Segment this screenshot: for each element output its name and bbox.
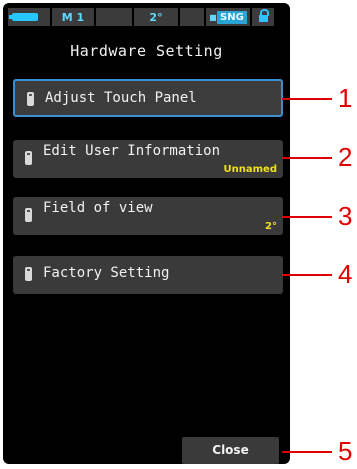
menu-item-icon [25,208,32,222]
status-blank-2 [180,8,204,26]
menu-item-label: Factory Setting [43,265,170,281]
menu-item-label: Edit User Information [43,143,221,159]
measure-mode-label: SNG [217,10,247,24]
mode-indicator: M 1 [52,8,94,26]
callout-line-4 [282,274,332,276]
status-blank [96,8,132,26]
menu-item-icon [25,151,32,165]
callout-number-5: 5 [338,436,353,466]
menu-item-label: Adjust Touch Panel [45,90,197,106]
menu-item-label: Field of view [43,200,153,216]
close-button[interactable]: Close [182,437,279,464]
battery-icon [9,13,38,21]
factory-setting-button[interactable]: Factory Setting [13,256,283,294]
status-bar: M 1 2° ■ SNG [8,8,286,26]
callout-line-1 [282,98,332,100]
menu-item-value: Unnamed [223,164,277,175]
callout-number-3: 3 [338,201,353,231]
menu-item-icon [27,92,34,106]
memory-icon: ■ [209,12,217,22]
callout-line-3 [282,216,332,218]
measure-mode-indicator: ■ SNG [206,8,250,26]
callout-number-1: 1 [338,83,353,113]
page-title: Hardware Setting [70,42,223,60]
lock-icon [258,9,269,22]
field-of-view-button[interactable]: Field of view 2° [13,197,283,235]
callout-line-2 [282,157,332,159]
callout-number-4: 4 [338,259,353,289]
device-screen: M 1 2° ■ SNG Hardware Setting Adjust Tou… [3,3,290,464]
angle-indicator: 2° [134,8,178,26]
adjust-touch-panel-button[interactable]: Adjust Touch Panel [13,79,283,117]
callout-number-2: 2 [338,142,353,172]
callout-line-5 [282,451,332,453]
lock-indicator [252,8,274,26]
battery-indicator [8,8,50,26]
menu-item-value: 2° [265,221,277,232]
menu-item-icon [25,267,32,281]
edit-user-information-button[interactable]: Edit User Information Unnamed [13,140,283,178]
